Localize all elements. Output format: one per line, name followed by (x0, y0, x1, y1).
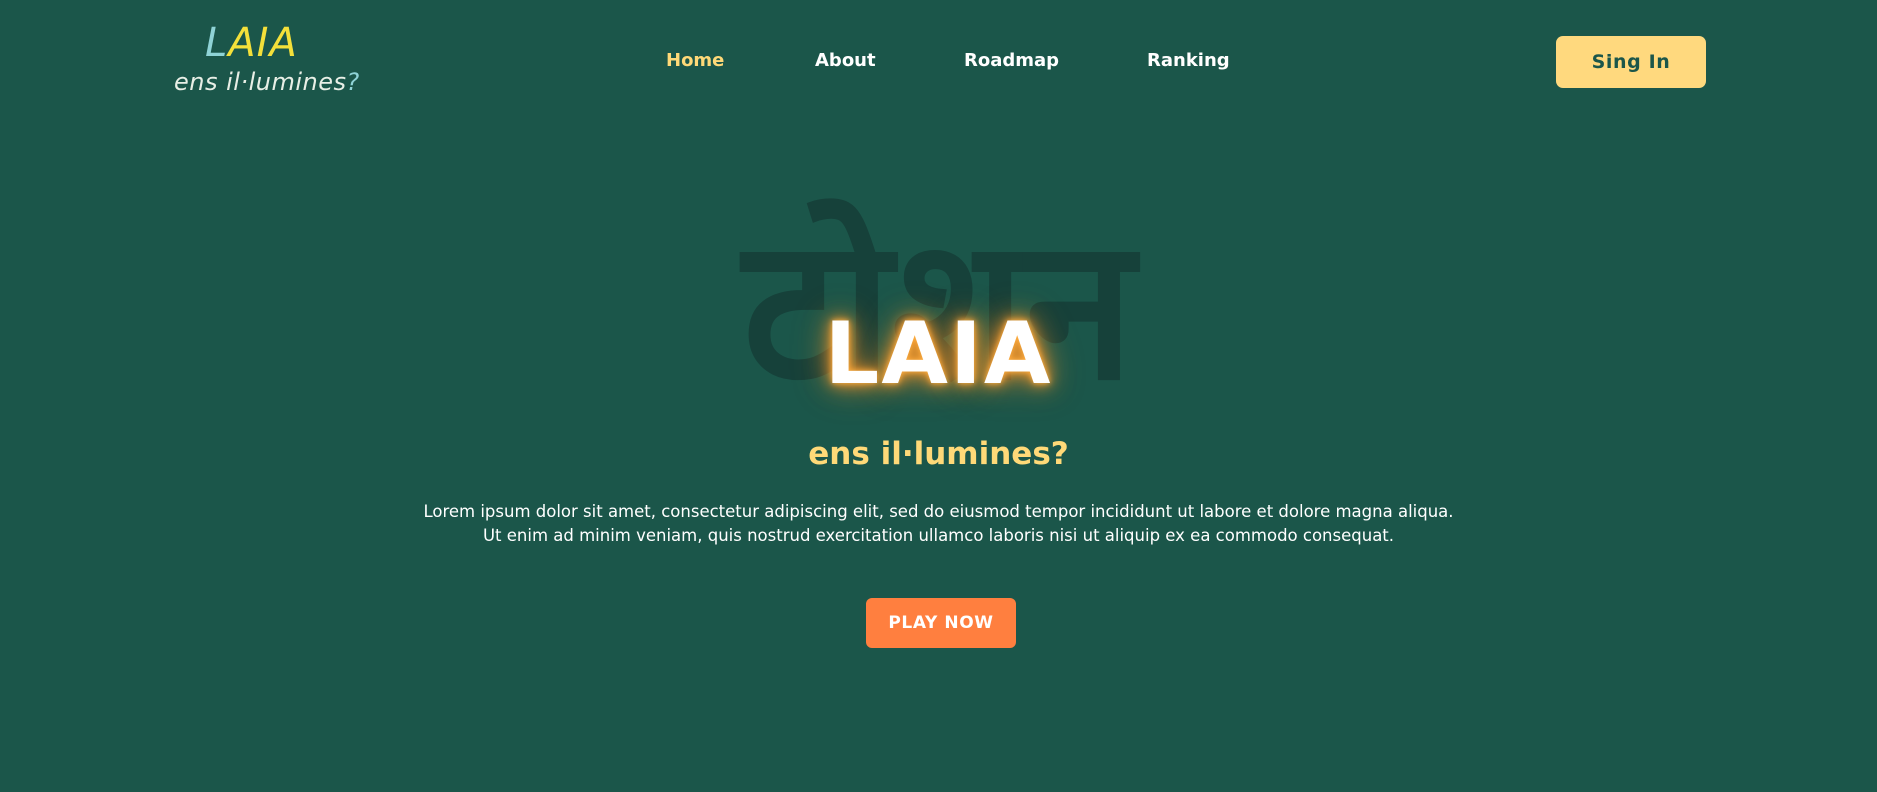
play-now-button[interactable]: PLAY NOW (866, 598, 1016, 648)
nav-item-about[interactable]: About (815, 48, 876, 74)
logo-wordmark-first: L (205, 20, 229, 66)
logo-tagline-text: ens il·lumines (174, 68, 347, 96)
sign-in-button[interactable]: Sing In (1556, 36, 1706, 88)
site-logo[interactable]: LAIA ens il·lumines? (174, 20, 359, 102)
hero-title: LAIA (824, 304, 1053, 404)
hero-description-line: Ut enim ad minim veniam, quis nostrud ex… (482, 526, 1395, 545)
landing-page: LAIA ens il·lumines? Home About Roadmap … (0, 0, 1877, 792)
hero-subtitle: ens il·lumines? (808, 436, 1069, 472)
hero-description: Lorem ipsum dolor sit amet, consectetur … (0, 500, 1877, 548)
hero-description-line: Lorem ipsum dolor sit amet, consectetur … (423, 502, 1454, 521)
nav-item-roadmap[interactable]: Roadmap (964, 48, 1059, 74)
logo-tagline: ens il·lumines? (174, 68, 360, 96)
logo-wordmark: LAIA (205, 20, 298, 66)
logo-wordmark-rest: AIA (228, 20, 298, 66)
logo-tagline-question: ? (346, 68, 360, 96)
nav-item-home[interactable]: Home (666, 48, 724, 74)
nav-item-ranking[interactable]: Ranking (1147, 48, 1230, 74)
